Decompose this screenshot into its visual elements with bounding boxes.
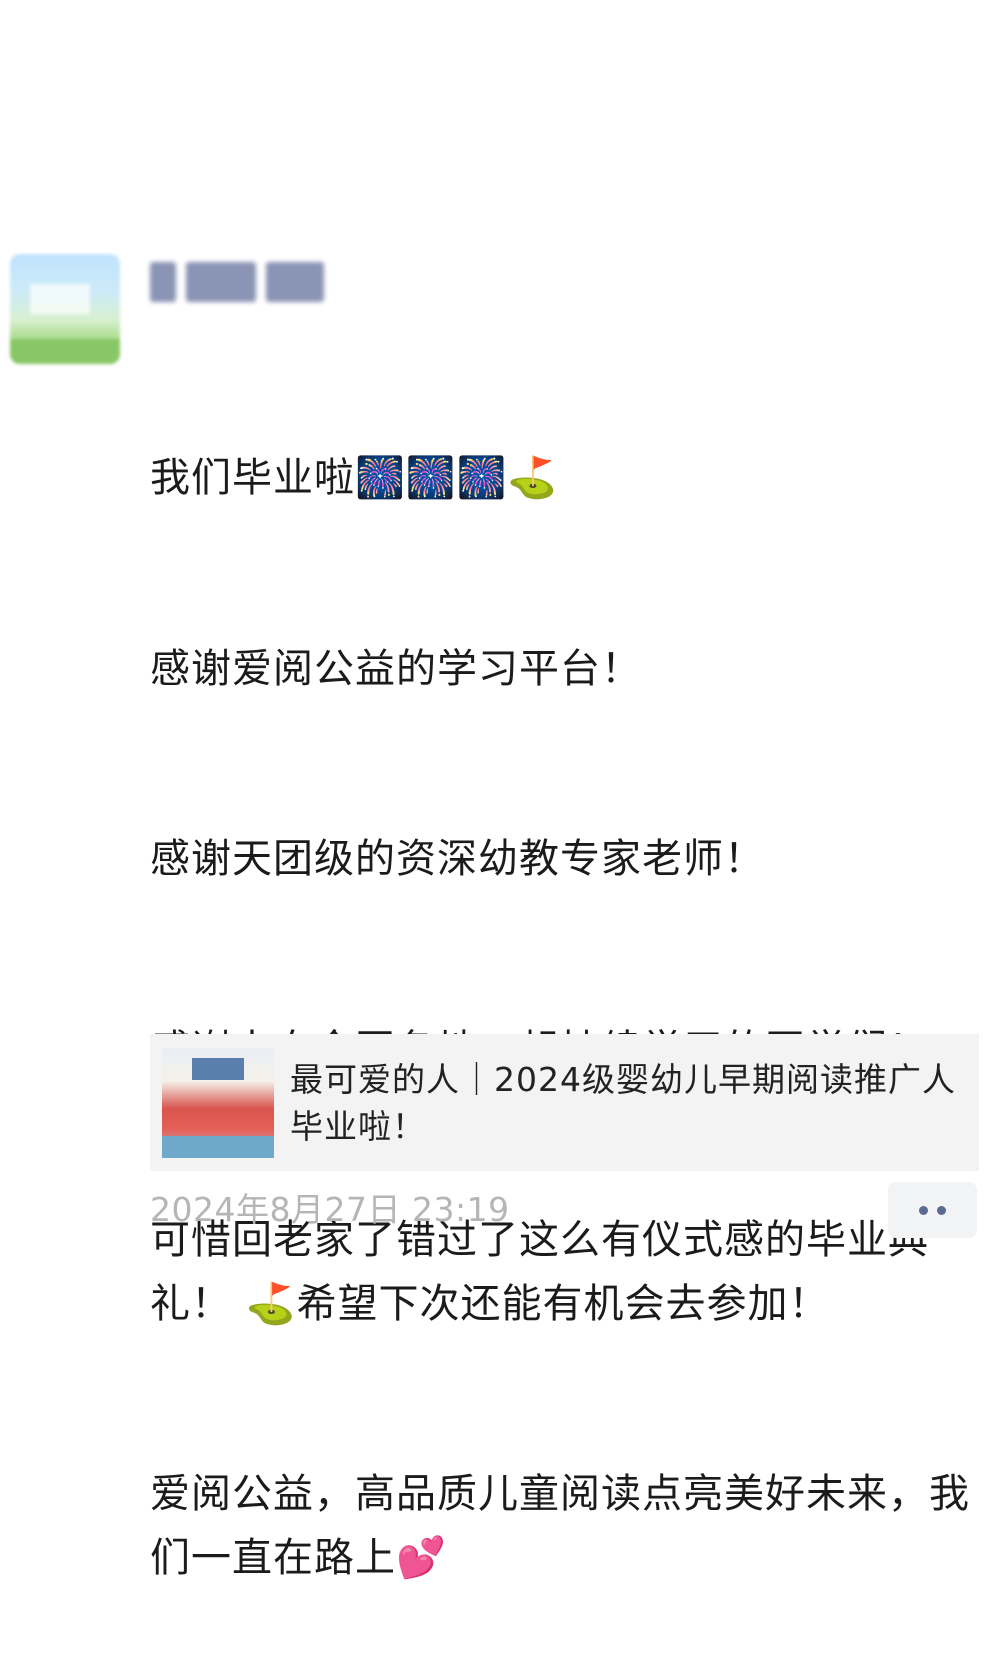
thumbnail-stage-screen (192, 1057, 244, 1080)
post-line: 感谢爱阅公益的学习平台！ (150, 645, 642, 692)
shared-article-title: 最可爱的人｜2024级婴幼儿早期阅读推广人毕业啦！ (290, 1059, 956, 1146)
post-timestamp: 2024年8月27日 23:19 (150, 1190, 510, 1229)
author-avatar[interactable] (10, 254, 120, 364)
post-line: 感谢天团级的资深幼教专家老师！ (150, 836, 765, 882)
group-photo-thumbnail (162, 1047, 274, 1158)
more-dots-icon (919, 1205, 928, 1215)
post-line: 我们毕业啦🎆🎆🎆⛳ (150, 455, 559, 501)
thumbnail-floor (162, 1135, 274, 1158)
more-dots-icon (937, 1205, 946, 1215)
author-name-blurred[interactable] (150, 262, 345, 302)
post-content: 我们毕业啦🎆🎆🎆⛳ 感谢爱阅公益的学习平台！ 感谢天团级的资深幼教专家老师！ 感… (150, 320, 980, 1654)
more-actions-button[interactable] (888, 1182, 977, 1238)
post-line: 爱阅公益，高品质儿童阅读点亮美好未来，我们一直在路上💕 (150, 1471, 970, 1581)
avatar-grass (10, 339, 120, 364)
avatar-sky (30, 284, 90, 314)
shared-article-card[interactable]: 最可爱的人｜2024级婴幼儿早期阅读推广人毕业啦！ (150, 1034, 979, 1171)
